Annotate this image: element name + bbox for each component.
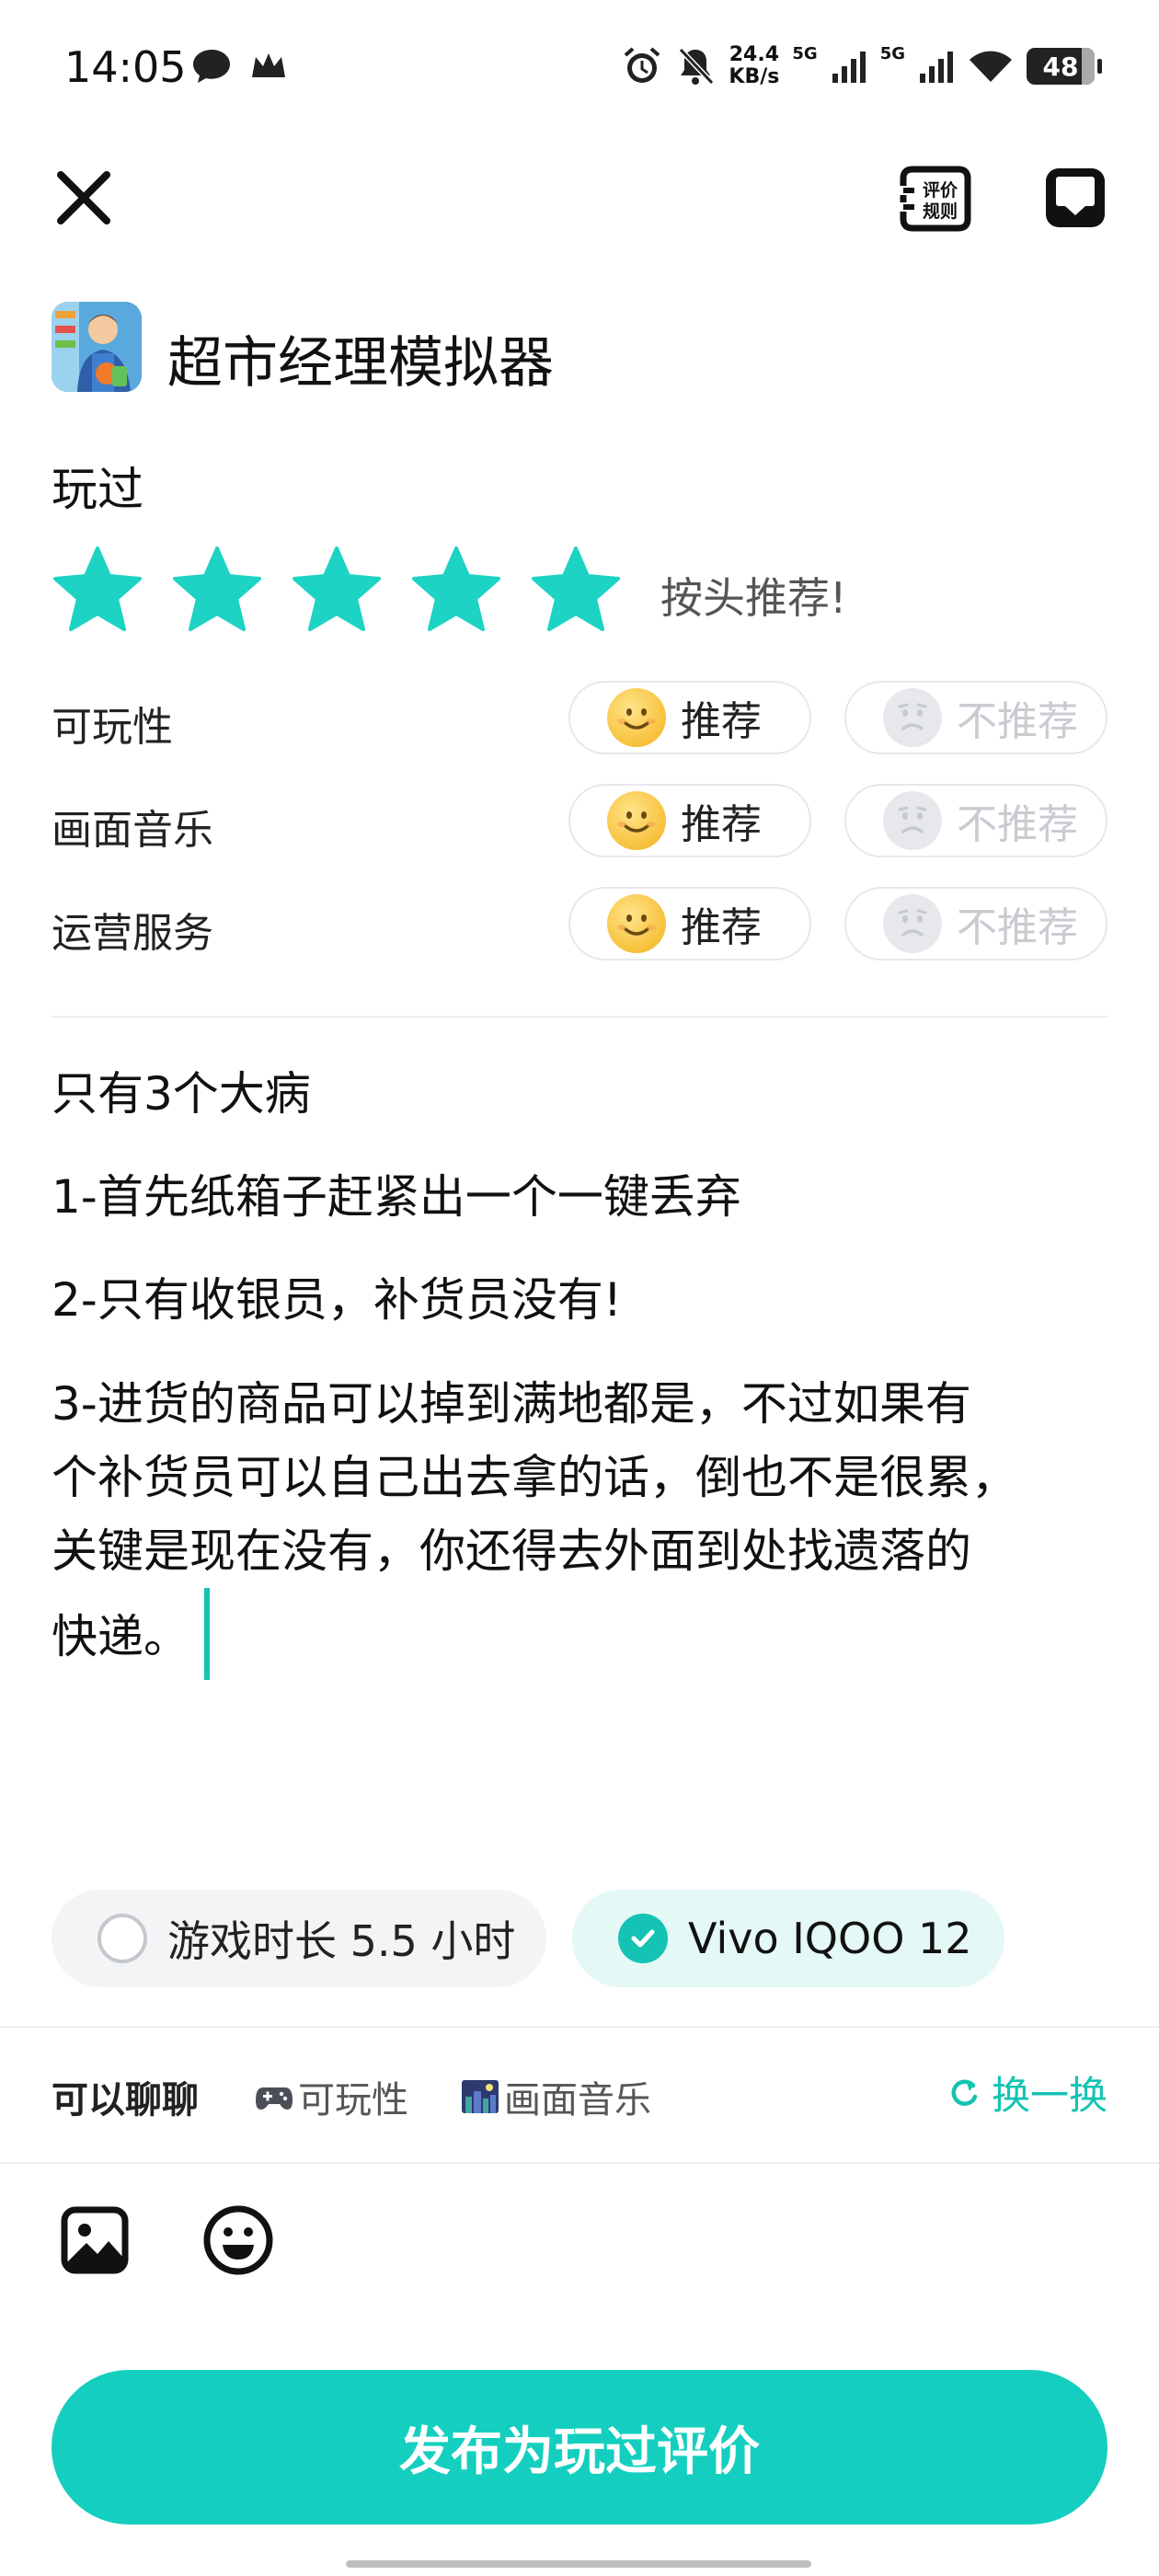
game-icon bbox=[52, 302, 142, 392]
sad-face-icon bbox=[883, 791, 942, 850]
rating-label: 可玩性 bbox=[52, 704, 173, 751]
network-speed-value: 24.4 bbox=[729, 43, 780, 66]
review-rules-label-2: 规则 bbox=[923, 201, 958, 222]
sim1-label: 5G bbox=[792, 43, 818, 63]
status-notification-icons bbox=[191, 48, 289, 85]
network-speed-unit: KB/s bbox=[729, 65, 780, 88]
star-icon-4[interactable] bbox=[410, 545, 502, 633]
recommend-button[interactable]: 推荐 bbox=[568, 681, 811, 754]
divider bbox=[0, 2162, 1159, 2164]
recommend-label: 推荐 bbox=[681, 904, 762, 951]
device-tag[interactable]: Vivo IQOO 12 bbox=[572, 1890, 1004, 1987]
review-line: 3-进货的商品可以掉到满地都是，不过如果有 bbox=[52, 1377, 971, 1431]
topics-lead-label: 可以聊聊 bbox=[52, 2079, 199, 2122]
review-paragraph: 3-进货的商品可以掉到满地都是，不过如果有 个补货员可以自己出去拿的话，倒也不是… bbox=[52, 1367, 1119, 1680]
playtime-label: 游戏时长 5.5 小时 bbox=[167, 1916, 516, 1966]
mute-bell-icon bbox=[679, 47, 715, 86]
review-line: 个补货员可以自己出去拿的话，倒也不是很累， bbox=[52, 1451, 1017, 1504]
sim2-label: 5G bbox=[879, 43, 905, 63]
chat-bubble-icon bbox=[193, 50, 230, 83]
review-line: 关键是现在没有，你还得去外面到处找遗落的 bbox=[52, 1524, 971, 1578]
not-recommend-button[interactable]: 不推荐 bbox=[844, 681, 1107, 754]
device-label: Vivo IQOO 12 bbox=[688, 1914, 972, 1963]
refresh-topics-button[interactable]: 换一换 bbox=[946, 2064, 1107, 2121]
star-icon-2[interactable] bbox=[171, 545, 263, 633]
check-circle-icon bbox=[618, 1914, 668, 1963]
review-line: 1-首先纸箱子赶紧出一个一键丢弃 bbox=[52, 1170, 741, 1224]
rating-row-graphics-music: 画面音乐 推荐 不推荐 bbox=[52, 784, 1107, 861]
happy-face-icon bbox=[607, 894, 666, 953]
review-line: 只有3个大病 bbox=[52, 1067, 311, 1121]
not-recommend-label: 不推荐 bbox=[957, 698, 1078, 745]
crown-icon bbox=[252, 53, 285, 77]
review-rules-label-1: 评价 bbox=[923, 180, 958, 201]
not-recommend-button[interactable]: 不推荐 bbox=[844, 887, 1107, 960]
signal-icon-2 bbox=[920, 52, 953, 83]
topic-playability[interactable]: 可玩性 bbox=[254, 2070, 408, 2123]
tablet-icon bbox=[1046, 168, 1105, 227]
not-recommend-label: 不推荐 bbox=[957, 904, 1078, 951]
review-text-area[interactable]: 只有3个大病 1-首先纸箱子赶紧出一个一键丢弃 2-只有收银员，补货员没有! 3… bbox=[52, 1058, 1119, 1711]
status-bar: 14:05 24.4 KB/s 5G 5G 48 bbox=[0, 0, 1159, 138]
topic-graphics-music[interactable]: 画面音乐 bbox=[460, 2070, 651, 2123]
review-rules-button[interactable]: 评价 规则 bbox=[900, 166, 971, 232]
rating-row-playability: 可玩性 推荐 不推荐 bbox=[52, 681, 1107, 758]
recommend-label: 推荐 bbox=[681, 801, 762, 848]
star-rating-text: 按头推荐! bbox=[660, 573, 847, 623]
topic-label: 可玩性 bbox=[298, 2079, 408, 2122]
divider bbox=[52, 1016, 1107, 1018]
night-city-icon bbox=[462, 2080, 499, 2113]
home-indicator[interactable] bbox=[346, 2560, 811, 2568]
display-mode-button[interactable] bbox=[1043, 166, 1107, 230]
not-recommend-label: 不推荐 bbox=[957, 801, 1078, 848]
game-title: 超市经理模拟器 bbox=[167, 331, 554, 396]
publish-review-button[interactable]: 发布为玩过评价 bbox=[52, 2370, 1107, 2524]
status-right-icons: 24.4 KB/s 5G 5G 48 bbox=[622, 43, 1102, 88]
game-artwork-icon bbox=[52, 302, 142, 392]
recommend-button[interactable]: 推荐 bbox=[568, 784, 811, 857]
review-rules-icon: 评价 规则 bbox=[900, 166, 971, 232]
refresh-label: 换一换 bbox=[991, 2073, 1107, 2118]
rating-label: 运营服务 bbox=[52, 910, 213, 957]
star-icon-1[interactable] bbox=[52, 545, 143, 633]
rating-label: 画面音乐 bbox=[52, 807, 213, 854]
recommend-button[interactable]: 推荐 bbox=[568, 887, 811, 960]
battery-icon: 48 bbox=[1027, 48, 1102, 85]
close-button[interactable] bbox=[52, 166, 116, 230]
play-status-label: 玩过 bbox=[52, 463, 143, 516]
refresh-icon bbox=[951, 2078, 978, 2106]
alarm-icon bbox=[625, 47, 660, 83]
image-icon[interactable] bbox=[61, 2206, 129, 2274]
radio-unchecked-icon bbox=[98, 1914, 147, 1963]
gamepad-icon bbox=[256, 2087, 293, 2110]
text-cursor bbox=[204, 1588, 210, 1680]
status-time: 14:05 bbox=[64, 42, 187, 92]
happy-face-icon bbox=[607, 688, 666, 747]
battery-level: 48 bbox=[1042, 51, 1079, 82]
topic-label: 画面音乐 bbox=[504, 2079, 651, 2122]
network-speed: 24.4 KB/s bbox=[729, 44, 779, 88]
divider bbox=[0, 2026, 1159, 2028]
topic-suggestions: 可以聊聊 可玩性 画面音乐 换一换 bbox=[52, 2064, 1107, 2129]
wifi-icon bbox=[970, 51, 1012, 82]
star-icon-3[interactable] bbox=[291, 545, 383, 633]
star-rating[interactable] bbox=[52, 545, 622, 633]
not-recommend-button[interactable]: 不推荐 bbox=[844, 784, 1107, 857]
close-icon bbox=[57, 171, 110, 224]
rating-row-operations: 运营服务 推荐 不推荐 bbox=[52, 887, 1107, 964]
emoji-icon[interactable] bbox=[202, 2204, 274, 2276]
star-icon-5[interactable] bbox=[530, 545, 622, 633]
review-line: 2-只有收银员，补货员没有! bbox=[52, 1273, 622, 1327]
signal-icon-1 bbox=[832, 52, 866, 83]
sad-face-icon bbox=[883, 688, 942, 747]
recommend-label: 推荐 bbox=[681, 698, 762, 745]
playtime-tag[interactable]: 游戏时长 5.5 小时 bbox=[52, 1890, 546, 1987]
review-line: 快递。 bbox=[52, 1610, 189, 1663]
happy-face-icon bbox=[607, 791, 666, 850]
sad-face-icon bbox=[883, 894, 942, 953]
